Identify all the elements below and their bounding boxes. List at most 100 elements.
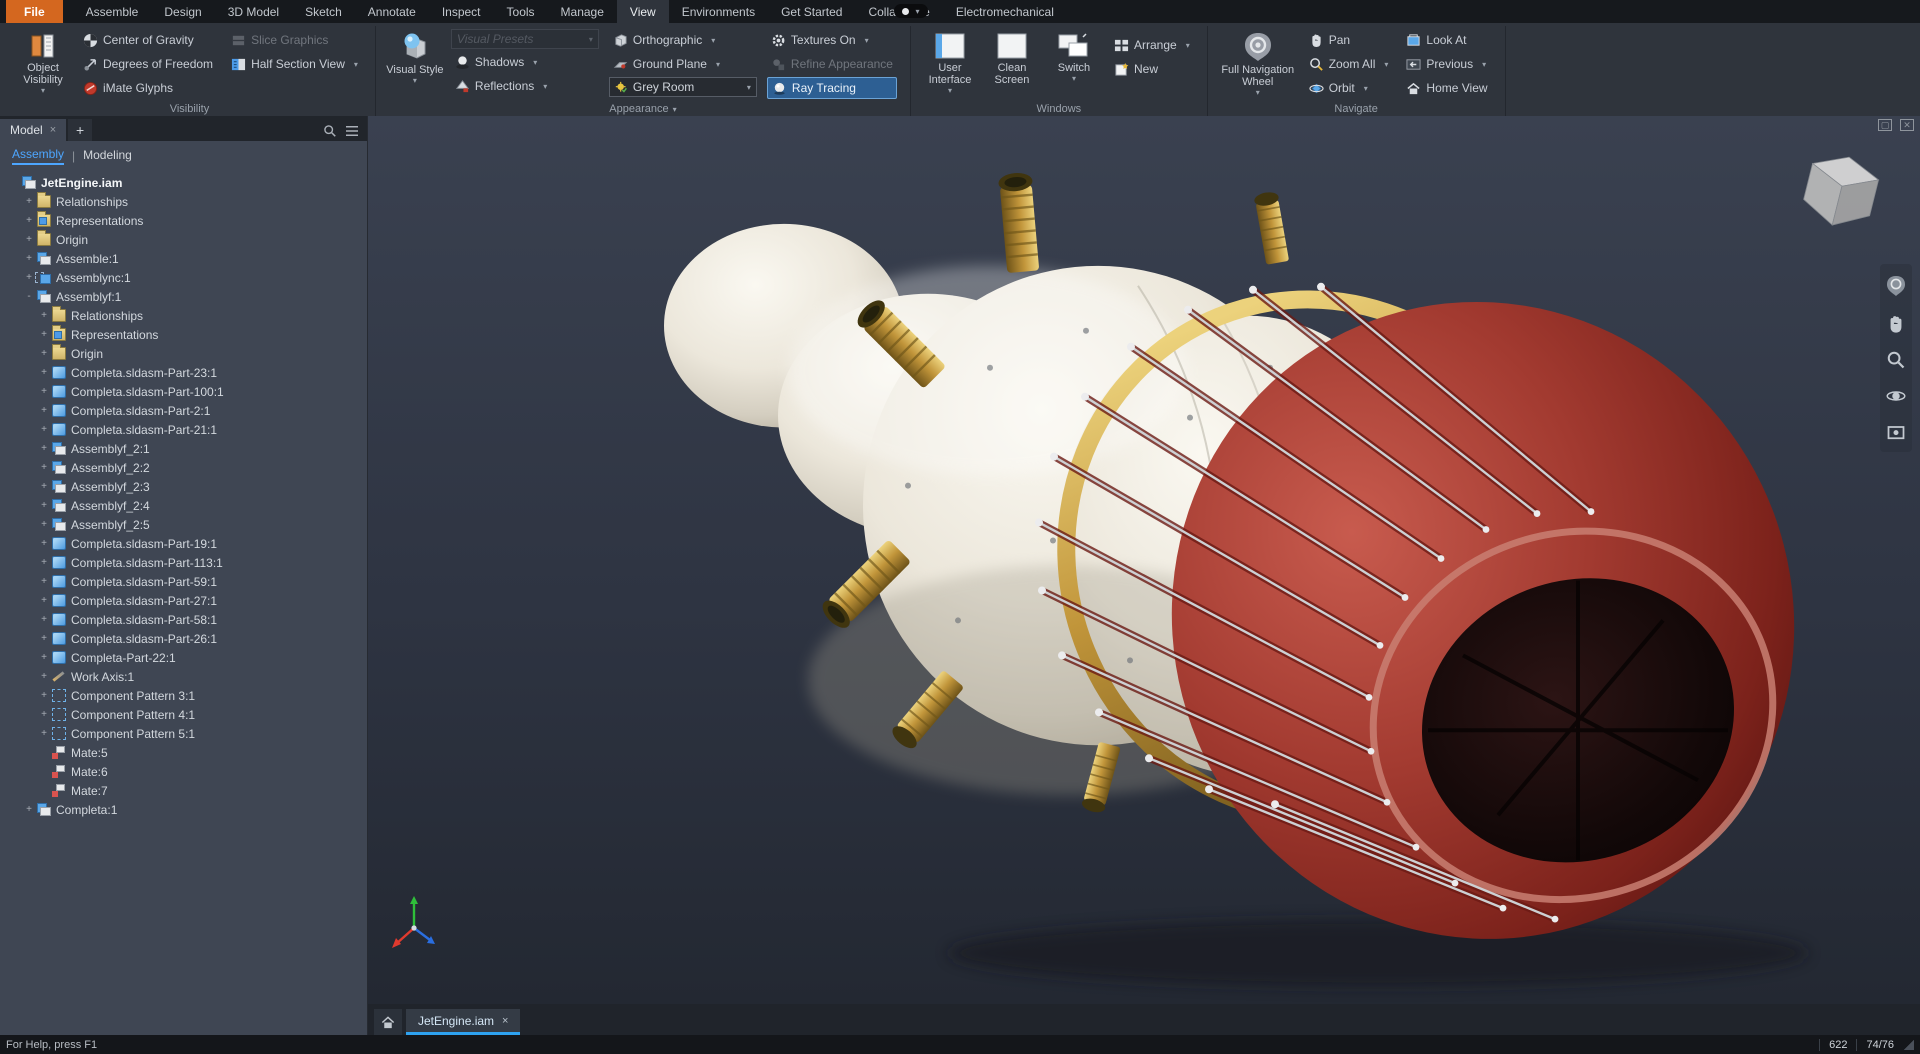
resize-grip[interactable] bbox=[1904, 1039, 1914, 1050]
full-navigation-wheel-button[interactable]: Full Navigation Wheel bbox=[1216, 28, 1300, 100]
browser-menu-icon[interactable] bbox=[345, 125, 359, 137]
tree-expander[interactable]: + bbox=[38, 443, 50, 454]
tree-expander[interactable]: + bbox=[38, 348, 50, 359]
tree-expander[interactable]: + bbox=[38, 500, 50, 511]
ribbon-tab[interactable]: Get Started bbox=[768, 0, 855, 23]
browser-tab-model[interactable]: Model × bbox=[0, 119, 67, 141]
view-cube[interactable] bbox=[1792, 146, 1888, 242]
tree-item[interactable]: Mate:6 bbox=[38, 762, 367, 781]
home-view-button[interactable]: Home View bbox=[1402, 77, 1491, 99]
shadows-button[interactable]: Shadows bbox=[451, 51, 599, 73]
tree-item[interactable]: + Completa.sldasm-Part-23:1 bbox=[38, 363, 367, 382]
tree-item[interactable]: + Assemblync:1 bbox=[23, 268, 367, 287]
tree-expander[interactable]: + bbox=[38, 576, 50, 587]
document-tab-jetengine[interactable]: JetEngine.iam × bbox=[406, 1009, 521, 1035]
graphics-viewport[interactable]: ▢ ✕ bbox=[368, 116, 1920, 1004]
tree-item[interactable]: + Assemblyf_2:4 bbox=[38, 496, 367, 515]
tree-item[interactable]: Mate:5 bbox=[38, 743, 367, 762]
tree-item[interactable]: Mate:7 bbox=[38, 781, 367, 800]
tree-expander[interactable]: + bbox=[38, 405, 50, 416]
object-visibility-button[interactable]: Object Visibility bbox=[12, 28, 74, 98]
visual-style-button[interactable]: Visual Style bbox=[384, 28, 446, 88]
group-label-appearance[interactable]: Appearance bbox=[376, 103, 910, 115]
tree-expander[interactable]: + bbox=[23, 253, 35, 264]
pan-button[interactable]: Pan bbox=[1305, 29, 1393, 51]
ribbon-tab[interactable]: Assemble bbox=[73, 0, 152, 23]
orbit-button[interactable]: Orbit bbox=[1305, 77, 1393, 99]
navbar-look-at-icon[interactable] bbox=[1886, 422, 1906, 442]
ribbon-tab[interactable]: Sketch bbox=[292, 0, 355, 23]
tree-expander[interactable]: + bbox=[38, 690, 50, 701]
tree-expander[interactable]: + bbox=[38, 652, 50, 663]
tree-item[interactable]: + Assemblyf_2:1 bbox=[38, 439, 367, 458]
search-icon[interactable] bbox=[323, 124, 337, 138]
home-tab-button[interactable] bbox=[374, 1009, 402, 1035]
tree-item[interactable]: + Component Pattern 3:1 bbox=[38, 686, 367, 705]
ribbon-tab[interactable]: Inspect bbox=[429, 0, 494, 23]
ribbon-tab[interactable]: Electromechanical bbox=[943, 0, 1067, 23]
tree-item[interactable]: + Completa-Part-22:1 bbox=[38, 648, 367, 667]
tree-item[interactable]: + Completa:1 bbox=[23, 800, 367, 819]
tree-item[interactable]: + Work Axis:1 bbox=[38, 667, 367, 686]
quick-access-toggle[interactable]: ▾ bbox=[894, 4, 928, 18]
user-interface-button[interactable]: User Interface bbox=[919, 28, 981, 98]
tree-item[interactable]: + Completa.sldasm-Part-2:1 bbox=[38, 401, 367, 420]
tree-item[interactable]: + Component Pattern 5:1 bbox=[38, 724, 367, 743]
navbar-orbit-icon[interactable] bbox=[1886, 386, 1906, 406]
tree-expander[interactable]: + bbox=[38, 367, 50, 378]
ribbon-tab[interactable]: Tools bbox=[494, 0, 548, 23]
tree-expander[interactable]: + bbox=[23, 804, 35, 815]
tree-expander[interactable]: - bbox=[23, 291, 35, 302]
ribbon-tab[interactable]: 3D Model bbox=[215, 0, 292, 23]
tree-item[interactable]: + Completa.sldasm-Part-26:1 bbox=[38, 629, 367, 648]
3d-model-jet-engine[interactable] bbox=[368, 116, 1920, 1004]
restore-view-icon[interactable]: ▢ bbox=[1878, 119, 1892, 131]
tree-item[interactable]: + Completa.sldasm-Part-59:1 bbox=[38, 572, 367, 591]
close-icon[interactable]: × bbox=[50, 124, 56, 136]
tree-item[interactable]: JetEngine.iam bbox=[8, 173, 367, 192]
ribbon-tab[interactable]: Environments bbox=[669, 0, 768, 23]
new-window-button[interactable]: New bbox=[1110, 58, 1194, 80]
tree-item[interactable]: + Completa.sldasm-Part-21:1 bbox=[38, 420, 367, 439]
tab-modeling[interactable]: Modeling bbox=[83, 148, 132, 164]
tree-item[interactable]: + Relationships bbox=[23, 192, 367, 211]
half-section-view-button[interactable]: Half Section View bbox=[227, 53, 362, 75]
tree-item[interactable]: + Assemblyf_2:2 bbox=[38, 458, 367, 477]
look-at-button[interactable]: Look At bbox=[1402, 29, 1491, 51]
tree-item[interactable]: - Assemblyf:1 bbox=[23, 287, 367, 306]
tree-expander[interactable]: + bbox=[23, 234, 35, 245]
tree-item[interactable]: + Completa.sldasm-Part-100:1 bbox=[38, 382, 367, 401]
ribbon-tab[interactable]: View bbox=[616, 0, 669, 23]
add-browser-tab-button[interactable]: + bbox=[68, 119, 93, 141]
tab-assembly[interactable]: Assembly bbox=[12, 147, 65, 165]
tree-item[interactable]: + Representations bbox=[38, 325, 367, 344]
close-icon[interactable]: × bbox=[502, 1015, 508, 1027]
tree-expander[interactable]: + bbox=[38, 462, 50, 473]
tree-item[interactable]: + Representations bbox=[23, 211, 367, 230]
tree-expander[interactable]: + bbox=[38, 557, 50, 568]
previous-view-button[interactable]: Previous bbox=[1402, 53, 1491, 75]
tree-item[interactable]: + Origin bbox=[38, 344, 367, 363]
tree-expander[interactable]: + bbox=[38, 538, 50, 549]
tree-expander[interactable]: + bbox=[38, 481, 50, 492]
ribbon-tab[interactable]: Manage bbox=[548, 0, 617, 23]
navbar-zoom-icon[interactable] bbox=[1886, 350, 1906, 370]
navbar-pan-icon[interactable] bbox=[1886, 314, 1906, 334]
tree-item[interactable]: + Completa.sldasm-Part-27:1 bbox=[38, 591, 367, 610]
imate-glyphs-button[interactable]: iMate Glyphs bbox=[79, 77, 217, 99]
tree-expander[interactable]: + bbox=[38, 386, 50, 397]
tree-item[interactable]: + Assemblyf_2:5 bbox=[38, 515, 367, 534]
tree-item[interactable]: + Origin bbox=[23, 230, 367, 249]
tree-expander[interactable]: + bbox=[38, 614, 50, 625]
tree-item[interactable]: + Assemble:1 bbox=[23, 249, 367, 268]
ray-tracing-button[interactable]: Ray Tracing bbox=[766, 77, 897, 99]
tree-expander[interactable]: + bbox=[23, 272, 35, 283]
tree-expander[interactable]: + bbox=[38, 424, 50, 435]
orthographic-button[interactable]: Orthographic bbox=[609, 29, 757, 51]
room-combobox[interactable]: Grey Room bbox=[608, 77, 757, 97]
tree-expander[interactable]: + bbox=[23, 196, 35, 207]
tree-item[interactable]: + Assemblyf_2:3 bbox=[38, 477, 367, 496]
tree-expander[interactable]: + bbox=[38, 595, 50, 606]
center-of-gravity-button[interactable]: Center of Gravity bbox=[79, 29, 217, 51]
arrange-button[interactable]: Arrange bbox=[1110, 34, 1194, 56]
